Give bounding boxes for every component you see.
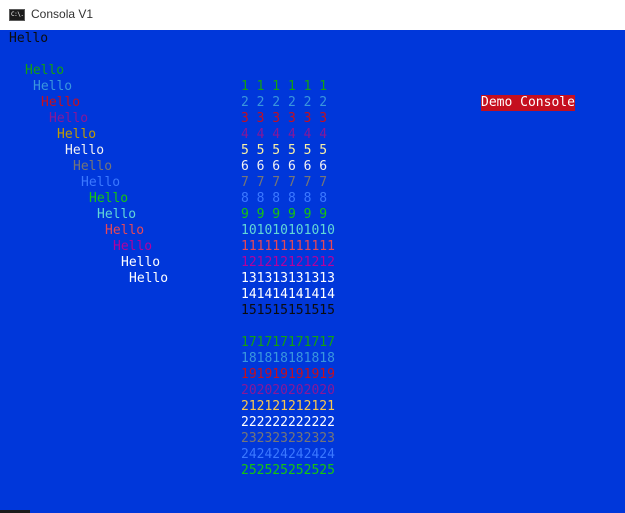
hello-line: Hello <box>49 111 89 126</box>
number-line: 141414141414 <box>241 287 335 302</box>
number-line: 151515151515 <box>241 303 335 318</box>
number-line: 101010101010 <box>241 223 335 238</box>
number-line: 131313131313 <box>241 271 335 286</box>
number-line: 7 7 7 7 7 7 <box>241 175 328 190</box>
number-line: 2 2 2 2 2 2 <box>241 95 328 110</box>
hello-line: Hello <box>121 255 161 270</box>
number-line: 6 6 6 6 6 6 <box>241 159 328 174</box>
console-output[interactable]: Hello Demo Console Hello Hello Hello Hello H… <box>0 30 625 510</box>
console-app-icon[interactable]: C:\. <box>9 9 25 21</box>
hello-line: Hello <box>105 223 145 238</box>
window-title: Consola V1 <box>31 7 94 21</box>
hello-line: Hello <box>89 191 129 206</box>
number-line: 181818181818 <box>241 351 335 366</box>
number-line: 242424242424 <box>241 447 335 462</box>
hello-line: Hello <box>129 271 169 286</box>
hello-line: Hello <box>81 175 121 190</box>
number-line: 4 4 4 4 4 4 <box>241 127 328 142</box>
number-line: 111111111111 <box>241 239 335 254</box>
number-line: 232323232323 <box>241 431 335 446</box>
number-line: 252525252525 <box>241 463 335 478</box>
hello-line: Hello <box>25 63 65 78</box>
console-window: C:\. Consola V1 Hello Demo Console Hello… <box>0 0 625 513</box>
number-line: 5 5 5 5 5 5 <box>241 143 328 158</box>
number-line: 121212121212 <box>241 255 335 270</box>
number-line: 3 3 3 3 3 3 <box>241 111 328 126</box>
console-header-line: Hello <box>9 31 49 46</box>
title-bar[interactable]: C:\. Consola V1 <box>0 0 625 30</box>
hello-line: Hello <box>97 207 137 222</box>
number-line: 191919191919 <box>241 367 335 382</box>
hello-line: Hello <box>73 159 113 174</box>
hello-line: Hello <box>113 239 153 254</box>
demo-console-badge: Demo Console <box>481 95 575 111</box>
number-line: 222222222222 <box>241 415 335 430</box>
number-line: 1 1 1 1 1 1 <box>241 79 328 94</box>
hello-line: Hello <box>65 143 105 158</box>
number-line: 9 9 9 9 9 9 <box>241 207 328 222</box>
hello-line: Hello <box>57 127 97 142</box>
hello-line: Hello <box>33 79 73 94</box>
number-line: 212121212121 <box>241 399 335 414</box>
number-line: 171717171717 <box>241 335 335 350</box>
hello-line: Hello <box>41 95 81 110</box>
number-line: 8 8 8 8 8 8 <box>241 191 328 206</box>
number-line: 202020202020 <box>241 383 335 398</box>
